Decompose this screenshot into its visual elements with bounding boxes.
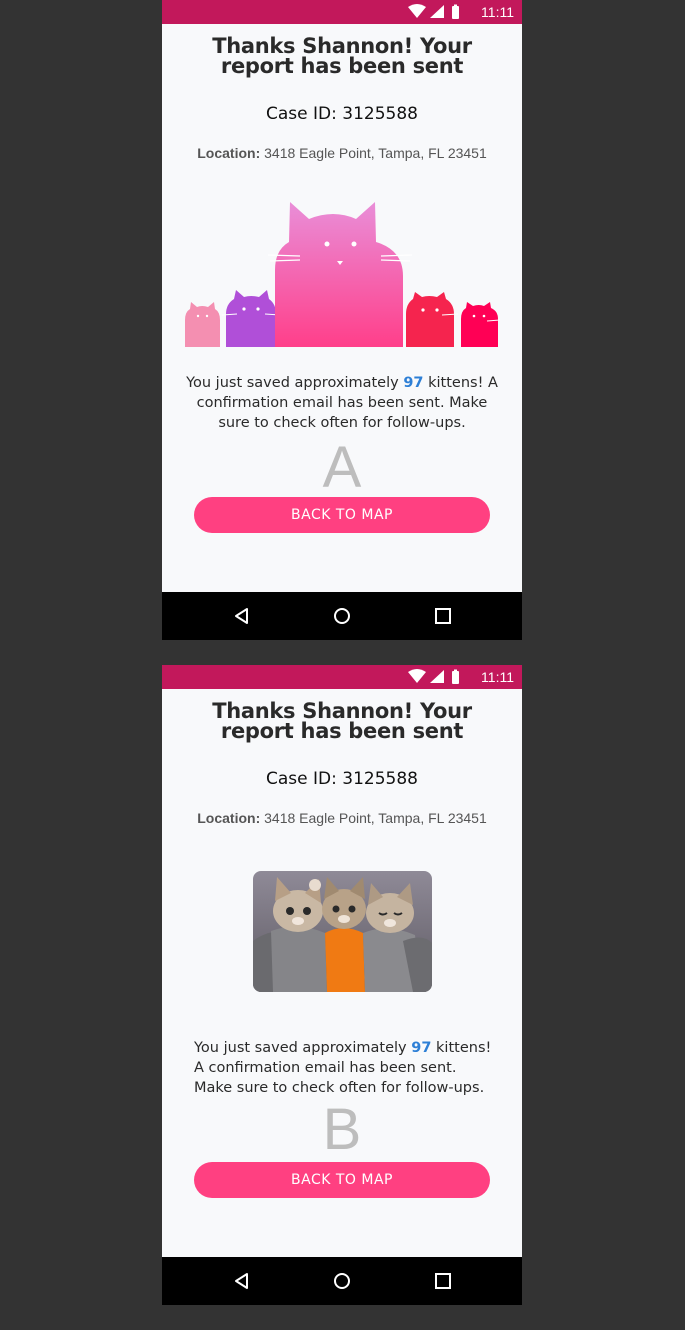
small-cat-pink-icon [185, 302, 220, 347]
status-bar: 11:11 [162, 0, 522, 24]
back-icon[interactable] [230, 604, 254, 628]
wifi-icon [408, 4, 426, 18]
location-label: Location: [197, 145, 261, 161]
home-icon[interactable] [330, 604, 354, 628]
navigation-bar [162, 1257, 522, 1305]
case-id: Case ID: 3125588 [266, 769, 418, 789]
location-value: 3418 Eagle Point, Tampa, FL 23451 [264, 810, 487, 826]
recent-apps-icon[interactable] [431, 1269, 455, 1293]
message-text: You just saved approximately [194, 1040, 412, 1056]
confirmation-title: Thanks Shannon! Your report has been sen… [212, 699, 472, 743]
back-icon[interactable] [230, 1269, 254, 1293]
small-cat-crimson-icon [461, 302, 501, 347]
status-icons [408, 669, 472, 685]
status-bar: 11:11 [162, 665, 522, 689]
kitten-count: 97 [411, 1040, 432, 1056]
big-cat-icon [267, 202, 413, 347]
navigation-bar [162, 592, 522, 640]
recent-apps-icon[interactable] [431, 604, 455, 628]
status-icons [408, 4, 472, 20]
home-icon[interactable] [330, 1269, 354, 1293]
confirmation-message: You just saved approximately 97 kittens!… [184, 373, 500, 433]
cat-purple-icon [221, 290, 281, 347]
signal-icon [430, 5, 444, 18]
status-time: 11:11 [481, 4, 514, 20]
cat-family-illustration [185, 202, 501, 347]
kittens-photo [253, 871, 432, 992]
status-time: 11:11 [481, 669, 514, 685]
kitten-count: 97 [403, 375, 424, 391]
screen-variant-a: 11:11 Thanks Shannon! Your report has be… [162, 0, 522, 640]
location-line: Location: 3418 Eagle Point, Tampa, FL 23… [162, 145, 522, 161]
confirmation-message: You just saved approximately 97 kittens!… [194, 1038, 494, 1098]
wifi-icon [408, 669, 426, 683]
case-id: Case ID: 3125588 [266, 104, 418, 124]
cat-red-icon [406, 292, 459, 347]
variant-label: A [322, 435, 362, 500]
message-text: You just saved approximately [186, 375, 404, 391]
screen-variant-b: 11:11 Thanks Shannon! Your report has be… [162, 665, 522, 1305]
location-label: Location: [197, 810, 261, 826]
variant-label: B [322, 1097, 362, 1162]
back-to-map-button[interactable]: BACK TO MAP [194, 497, 490, 533]
battery-icon [452, 6, 459, 19]
signal-icon [430, 670, 444, 683]
location-value: 3418 Eagle Point, Tampa, FL 23451 [264, 145, 487, 161]
location-line: Location: 3418 Eagle Point, Tampa, FL 23… [162, 810, 522, 826]
confirmation-title: Thanks Shannon! Your report has been sen… [212, 34, 472, 78]
battery-icon [452, 671, 459, 684]
back-to-map-button[interactable]: BACK TO MAP [194, 1162, 490, 1198]
